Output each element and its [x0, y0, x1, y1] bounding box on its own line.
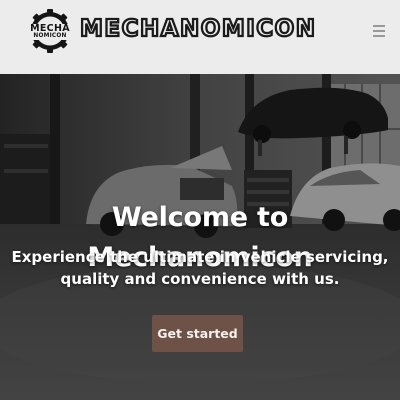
site-header: MECHA NOMICON MECHANOMICON: [0, 0, 400, 74]
menu-bar: [373, 30, 385, 32]
hero-subtitle: Experience the ultimate in vehicle servi…: [11, 248, 389, 288]
hero-section: Welcome to Mechanomicon Experience the u…: [0, 74, 400, 400]
menu-bar: [373, 35, 385, 37]
brand-wordmark[interactable]: MECHANOMICON: [79, 13, 316, 45]
logo-badge-line-2: NOMICON: [28, 33, 72, 40]
get-started-button[interactable]: Get started: [152, 315, 243, 352]
hamburger-menu-icon[interactable]: [372, 22, 386, 38]
menu-bar: [373, 25, 385, 27]
logo[interactable]: MECHA NOMICON: [28, 9, 72, 53]
